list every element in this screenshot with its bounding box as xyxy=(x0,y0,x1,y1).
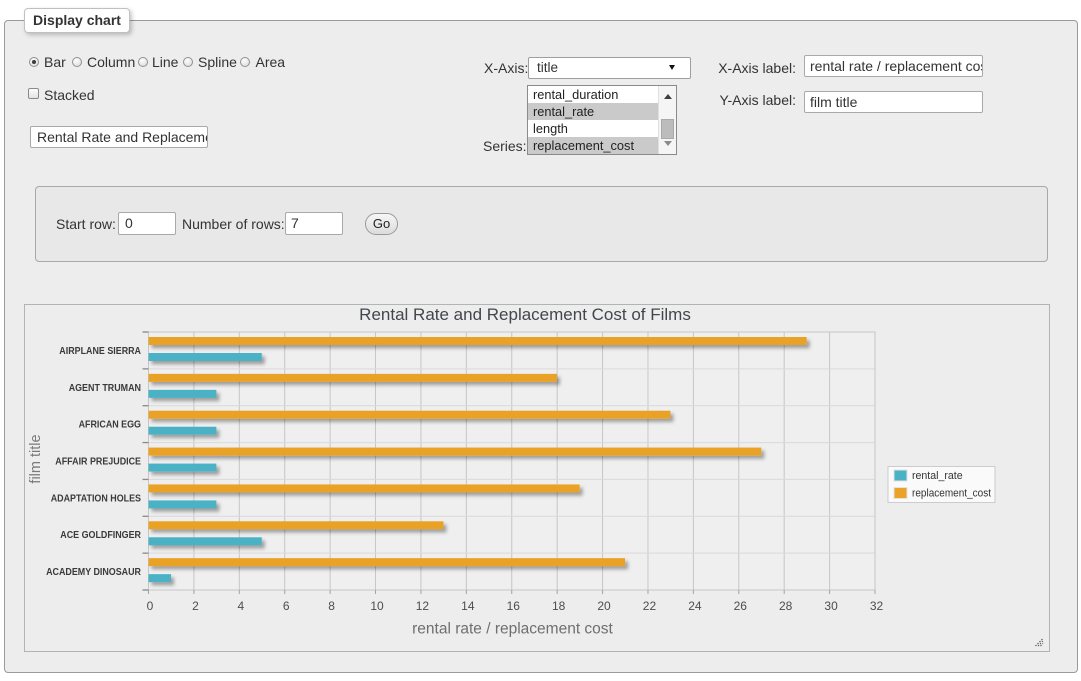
svg-text:2: 2 xyxy=(192,599,199,613)
svg-text:Rental Rate and Replacement Co: Rental Rate and Replacement Cost of Film… xyxy=(359,305,691,324)
svg-text:8: 8 xyxy=(328,599,335,613)
svg-text:4: 4 xyxy=(237,599,244,613)
svg-text:24: 24 xyxy=(688,599,702,613)
svg-text:rental_rate: rental_rate xyxy=(912,470,963,482)
svg-text:ACE GOLDFINGER: ACE GOLDFINGER xyxy=(60,530,141,541)
svg-text:10: 10 xyxy=(370,599,384,613)
svg-text:ACADEMY DINOSAUR: ACADEMY DINOSAUR xyxy=(46,567,141,578)
svg-text:18: 18 xyxy=(552,599,566,613)
svg-text:30: 30 xyxy=(824,599,838,613)
svg-text:AGENT TRUMAN: AGENT TRUMAN xyxy=(69,383,141,394)
svg-text:14: 14 xyxy=(461,599,475,613)
svg-text:AFRICAN EGG: AFRICAN EGG xyxy=(79,420,141,431)
svg-text:replacement_cost: replacement_cost xyxy=(912,488,991,500)
svg-text:20: 20 xyxy=(597,599,611,613)
svg-text:ADAPTATION HOLES: ADAPTATION HOLES xyxy=(51,493,142,504)
svg-text:film title: film title xyxy=(28,434,44,483)
svg-text:AIRPLANE SIERRA: AIRPLANE SIERRA xyxy=(59,346,141,357)
svg-text:32: 32 xyxy=(870,599,884,613)
svg-text:16: 16 xyxy=(507,599,521,613)
svg-text:AFFAIR PREJUDICE: AFFAIR PREJUDICE xyxy=(55,457,141,468)
svg-text:0: 0 xyxy=(147,599,154,613)
svg-text:6: 6 xyxy=(283,599,290,613)
svg-text:12: 12 xyxy=(416,599,430,613)
svg-text:26: 26 xyxy=(734,599,748,613)
svg-text:22: 22 xyxy=(643,599,657,613)
svg-text:rental rate / replacement cost: rental rate / replacement cost xyxy=(412,621,613,638)
svg-text:28: 28 xyxy=(779,599,793,613)
